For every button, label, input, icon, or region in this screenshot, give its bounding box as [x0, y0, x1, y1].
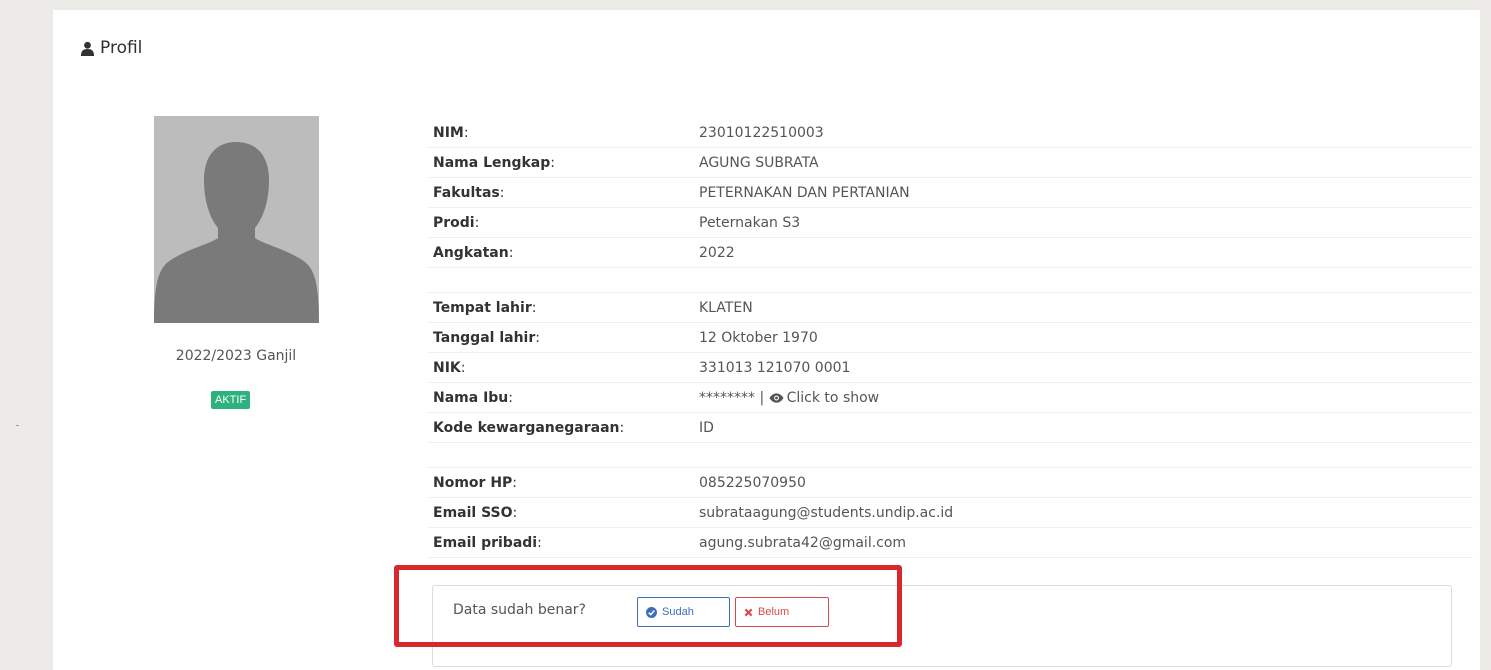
eye-icon	[769, 392, 784, 403]
info-row-kode-kewarganegaraan: Kode kewarganegaraan: ID	[428, 413, 1473, 443]
info-row-nik: NIK: 331013 121070 0001	[428, 353, 1473, 383]
info-row-nomor-hp: Nomor HP: 085225070950	[428, 468, 1473, 498]
row-value: Peternakan S3	[699, 214, 801, 231]
row-value: PETERNAKAN DAN PERTANIAN	[699, 184, 910, 201]
click-to-show-link[interactable]: Click to show	[769, 389, 880, 406]
avatar-silhouette-icon	[154, 116, 319, 323]
info-row-nama-lengkap: Nama Lengkap: AGUNG SUBRATA	[428, 148, 1473, 178]
row-value: 2022	[699, 244, 735, 261]
info-row-prodi: Prodi: Peternakan S3	[428, 208, 1473, 238]
row-value: ID	[699, 419, 714, 436]
row-label: Email pribadi	[433, 534, 538, 551]
user-icon	[80, 41, 95, 56]
click-to-show-label: Click to show	[786, 389, 880, 406]
info-row-email-sso: Email SSO: subrataagung@students.undip.a…	[428, 498, 1473, 528]
info-row-tanggal-lahir: Tanggal lahir: 12 Oktober 1970	[428, 323, 1473, 353]
panel-title-text: Profil	[100, 38, 143, 58]
row-value: agung.subrata42@gmail.com	[699, 534, 907, 551]
row-label: Tempat lahir	[433, 299, 532, 316]
info-row-fakultas: Fakultas: PETERNAKAN DAN PERTANIAN	[428, 178, 1473, 208]
row-value: 085225070950	[699, 474, 806, 491]
row-value: AGUNG SUBRATA	[699, 154, 819, 171]
info-row-email-pribadi: Email pribadi: agung.subrata42@gmail.com	[428, 528, 1473, 558]
info-row-tempat-lahir: Tempat lahir: KLATEN	[428, 293, 1473, 323]
semester-label: 2022/2023 Ganjil	[175, 348, 297, 364]
edge-mark	[16, 425, 19, 426]
status-badge: AKTIF	[211, 391, 251, 409]
avatar	[154, 116, 319, 323]
row-value: subrataagung@students.undip.ac.id	[699, 504, 954, 521]
masked-value: ******** |	[699, 389, 769, 406]
row-label: Fakultas	[433, 184, 500, 201]
row-label: Email SSO	[433, 504, 513, 521]
row-label: Nomor HP	[433, 474, 513, 491]
profile-info-table: NIM: 23010122510003 Nama Lengkap: AGUNG …	[428, 118, 1473, 558]
section-gap	[428, 268, 1473, 293]
row-label: Nama Ibu	[433, 389, 509, 406]
info-row-angkatan: Angkatan: 2022	[428, 238, 1473, 268]
row-value: 12 Oktober 1970	[699, 329, 818, 346]
info-row-nim: NIM: 23010122510003	[428, 118, 1473, 148]
panel-title: Profil	[80, 38, 142, 58]
section-gap	[428, 443, 1473, 468]
row-label: Tanggal lahir	[433, 329, 536, 346]
row-value: 331013 121070 0001	[699, 359, 851, 376]
row-value: 23010122510003	[699, 124, 824, 141]
row-label: NIM	[433, 124, 464, 141]
row-label: Angkatan	[433, 244, 509, 261]
info-row-nama-ibu: Nama Ibu: ******** | Click to show	[428, 383, 1473, 413]
row-label: Nama Lengkap	[433, 154, 551, 171]
row-label: Prodi	[433, 214, 475, 231]
row-value: KLATEN	[699, 299, 753, 316]
row-label: Kode kewarganegaraan	[433, 419, 620, 436]
row-label: NIK	[433, 359, 461, 376]
highlight-box	[394, 565, 902, 647]
